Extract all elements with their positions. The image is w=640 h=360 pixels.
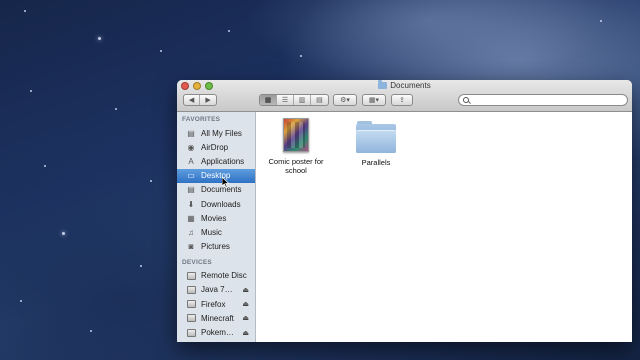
list-view-button[interactable]: ☰ <box>277 95 294 105</box>
sidebar-item-airdrop[interactable]: ◉ AirDrop <box>177 140 255 154</box>
documents-icon: ▤ <box>187 185 195 195</box>
disk-image-icon <box>186 314 196 323</box>
sidebar-item-label: Remote Disc <box>201 271 247 281</box>
disk-image-icon <box>186 328 196 337</box>
back-button[interactable]: ◀ <box>184 95 201 105</box>
sidebar-item-pokemon[interactable]: Pokem… ⏏ <box>177 325 255 339</box>
eject-icon[interactable]: ⏏ <box>242 329 249 337</box>
list-view-icon: ☰ <box>281 97 289 104</box>
view-mode-buttons: ▦ ☰ ▥ ▤ <box>259 94 329 106</box>
arrange-grid-icon: ▦▾ <box>368 97 380 104</box>
sidebar-item-label: All My Files <box>201 128 242 138</box>
sidebar-item-applications[interactable]: A Applications <box>177 154 255 168</box>
disk-image-icon <box>186 300 196 309</box>
folder-icon <box>356 121 396 153</box>
remote-disc-icon <box>186 271 196 280</box>
sidebar-item-downloads[interactable]: ⬇ Downloads <box>177 197 255 211</box>
sidebar-item-pictures[interactable]: ◙ Pictures <box>177 240 255 254</box>
sidebar-item-label: Java 7… <box>201 285 233 295</box>
sidebar-item-all-my-files[interactable]: ▤ All My Files <box>177 126 255 140</box>
icon-view-button[interactable]: ▦ <box>260 95 277 105</box>
share-icon: ⇪ <box>399 97 405 104</box>
column-view-button[interactable]: ▥ <box>294 95 311 105</box>
coverflow-view-icon: ▤ <box>316 97 323 104</box>
file-browser-content: Comic poster for school Parallels <box>256 112 632 342</box>
sidebar-item-firefox[interactable]: Firefox ⏏ <box>177 297 255 311</box>
coverflow-view-button[interactable]: ▤ <box>311 95 328 105</box>
devices-heading: DEVICES <box>182 258 212 266</box>
sidebar-item-label: Minecraft <box>201 313 234 323</box>
share-button[interactable]: ⇪ <box>391 94 413 106</box>
applications-icon: A <box>188 156 194 166</box>
airdrop-icon: ◉ <box>187 142 195 152</box>
sidebar-item-music[interactable]: ♫ Music <box>177 225 255 239</box>
action-menu-button[interactable]: ⚙▾ <box>333 94 357 106</box>
icon-view-icon: ▦ <box>264 97 272 104</box>
finder-window: Documents ◀ ▶ ▦ ☰ ▥ ▤ ⚙▾ ▦▾ ⇪ FAVORITES … <box>177 80 632 342</box>
file-name: Comic poster for school <box>268 157 324 175</box>
eject-icon[interactable]: ⏏ <box>242 314 249 322</box>
movies-icon: ▦ <box>187 213 195 223</box>
sidebar-item-label: Downloads <box>201 199 241 209</box>
sidebar-item-documents[interactable]: ▤ Documents <box>177 183 255 197</box>
mouse-cursor <box>221 175 230 193</box>
sidebar-item-remote-disc[interactable]: Remote Disc <box>177 269 255 283</box>
sidebar-item-label: Applications <box>201 156 245 166</box>
column-view-icon: ▥ <box>298 97 306 104</box>
sidebar-item-label: Pokem… <box>201 328 234 338</box>
sidebar-item-java[interactable]: Java 7… ⏏ <box>177 283 255 297</box>
arrange-menu-button[interactable]: ▦▾ <box>362 94 386 106</box>
forward-button[interactable]: ▶ <box>200 95 216 105</box>
file-item-parallels[interactable]: Parallels <box>341 118 411 167</box>
disk-image-icon <box>186 285 196 294</box>
sidebar-item-desktop[interactable]: ▭ Desktop <box>177 168 255 183</box>
sidebar-item-label: AirDrop <box>201 142 229 152</box>
music-icon: ♫ <box>188 227 194 237</box>
forward-arrow-icon: ▶ <box>205 97 211 104</box>
pictures-icon: ◙ <box>188 242 194 252</box>
window-title: Documents <box>177 80 632 90</box>
window-title-text: Documents <box>390 81 431 90</box>
search-icon <box>463 97 469 103</box>
file-item-comic-poster[interactable]: Comic poster for school <box>261 118 331 175</box>
nav-buttons: ◀ ▶ <box>183 94 217 106</box>
search-input[interactable] <box>472 96 622 104</box>
downloads-icon: ⬇ <box>187 199 195 209</box>
sidebar: FAVORITES ▤ All My Files ◉ AirDrop A App… <box>177 112 256 342</box>
folder-icon <box>378 80 388 89</box>
sidebar-item-label: Music <box>201 227 222 237</box>
window-toolbar: Documents ◀ ▶ ▦ ☰ ▥ ▤ ⚙▾ ▦▾ ⇪ <box>177 80 632 112</box>
gear-icon: ⚙▾ <box>340 97 350 104</box>
search-field[interactable] <box>458 94 628 106</box>
sidebar-item-label: Movies <box>201 213 227 223</box>
back-arrow-icon: ◀ <box>188 97 195 104</box>
eject-icon[interactable]: ⏏ <box>242 286 249 294</box>
sidebar-item-movies[interactable]: ▦ Movies <box>177 211 255 225</box>
file-name: Parallels <box>361 158 391 167</box>
all-files-icon: ▤ <box>187 128 195 138</box>
sidebar-item-label: Pictures <box>201 242 230 252</box>
favorites-heading: FAVORITES <box>182 116 221 123</box>
sidebar-item-minecraft[interactable]: Minecraft ⏏ <box>177 311 255 325</box>
sidebar-item-label: Firefox <box>201 299 226 309</box>
image-thumbnail-icon <box>283 118 309 152</box>
eject-icon[interactable]: ⏏ <box>242 300 249 308</box>
desktop-icon: ▭ <box>187 171 195 181</box>
